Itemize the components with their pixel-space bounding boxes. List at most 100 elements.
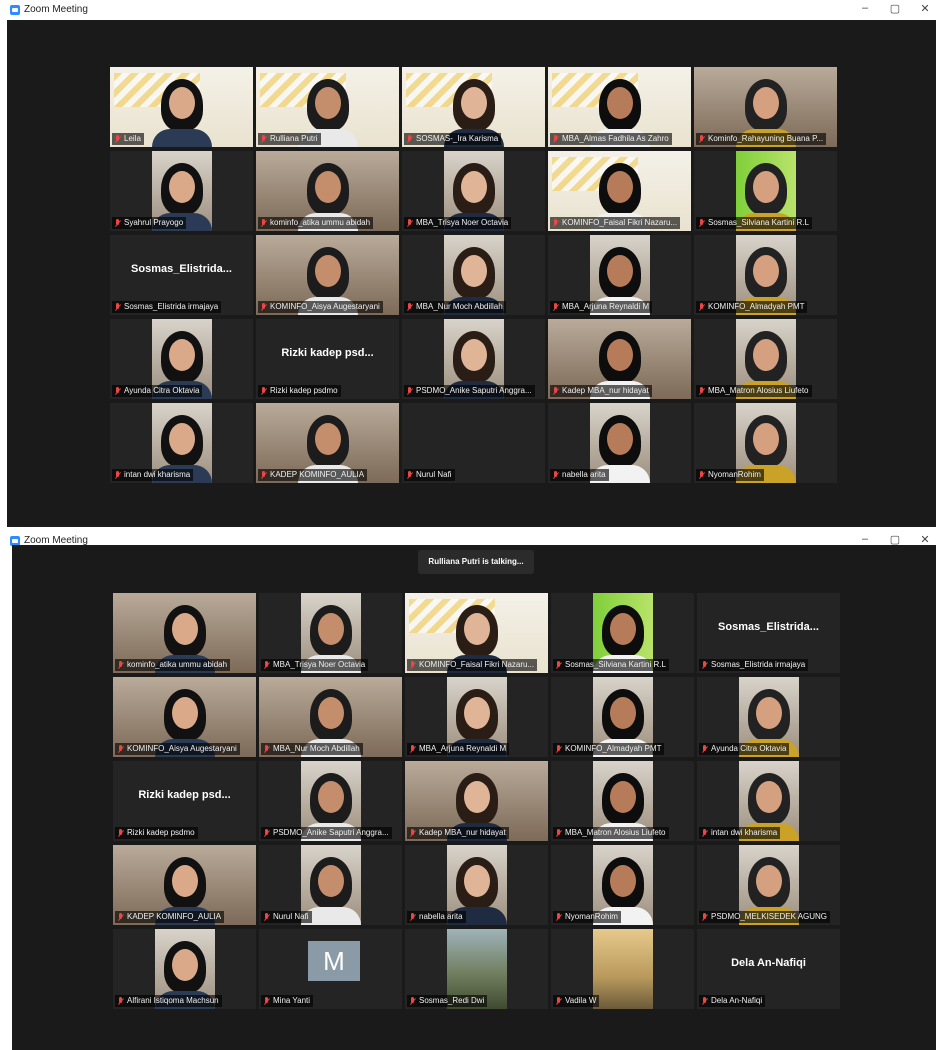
participant-tile[interactable]: SOSMAS-_Ira Karisma <box>402 67 545 147</box>
participant-tile[interactable]: nabella arita <box>548 403 691 483</box>
participant-tile[interactable]: M Mina Yanti <box>259 929 402 1009</box>
person-face <box>318 613 344 645</box>
muted-mic-icon <box>261 387 266 395</box>
participant-name: NyomanRohim <box>565 912 618 921</box>
participant-name: Leila <box>124 134 141 143</box>
participant-tile[interactable]: KOMINFO_Almadyah PMT <box>551 677 694 757</box>
restore-button[interactable]: ▢ <box>888 2 902 15</box>
participant-tile[interactable]: Kominfo_Rahayuning Buana P... <box>694 67 837 147</box>
muted-mic-icon <box>553 387 558 395</box>
participant-tile[interactable]: Rizki kadep psd... Rizki kadep psdmo <box>256 319 399 399</box>
participant-name: KADEP KOMINFO_AULIA <box>127 912 222 921</box>
participant-tile[interactable]: Kadep MBA_nur hidayat <box>548 319 691 399</box>
participant-tile[interactable]: NyomanRohim <box>551 845 694 925</box>
participant-tile[interactable]: MBA_Trisya Noer Octavia <box>402 151 545 231</box>
participant-name-label: Mina Yanti <box>261 995 314 1007</box>
participant-tile[interactable]: Sosmas_Elistrida... Sosmas_Elistrida irma… <box>697 593 840 673</box>
participant-tile[interactable]: Rizki kadep psd... Rizki kadep psdmo <box>113 761 256 841</box>
person-face <box>756 781 782 813</box>
person-face <box>171 697 198 729</box>
participant-name-label: MBA_Almas Fadhila As Zahro <box>550 133 672 145</box>
muted-mic-icon <box>699 471 704 479</box>
person-face <box>314 255 341 287</box>
participant-tile[interactable]: Sosmas_Elistrida... Sosmas_Elistrida irma… <box>110 235 253 315</box>
person-face <box>607 255 633 287</box>
muted-mic-icon <box>261 135 266 143</box>
muted-mic-icon <box>115 219 120 227</box>
participant-name: intan dwi kharisma <box>711 828 778 837</box>
muted-mic-icon <box>699 387 704 395</box>
participant-tile[interactable]: MBA_Almas Fadhila As Zahro <box>548 67 691 147</box>
participant-tile[interactable]: Kadep MBA_nur hidayat <box>405 761 548 841</box>
participant-tile[interactable]: KOMINFO_Almadyah PMT <box>694 235 837 315</box>
participant-tile[interactable]: KOMINFO_Faisal Fikri Nazaru... <box>405 593 548 673</box>
participant-name-label: MBA_Matron Alosius Liufeto <box>696 385 812 397</box>
participant-tile[interactable]: PSDMO_Anike Saputri Anggra... <box>402 319 545 399</box>
participant-tile[interactable]: Ayunda Citra Oktavia <box>697 677 840 757</box>
participant-tile[interactable]: Nurul Nafi <box>259 845 402 925</box>
participant-tile[interactable]: MBA_Matron Alosius Liufeto <box>551 761 694 841</box>
person-face <box>314 171 341 203</box>
participant-tile[interactable]: Rulliana Putri <box>256 67 399 147</box>
participant-tile[interactable]: Sosmas_Redi Dwi <box>405 929 548 1009</box>
participant-tile[interactable]: NyomanRohim <box>694 403 837 483</box>
participant-tile[interactable]: MBA_Arjuna Reynaldi M <box>548 235 691 315</box>
muted-mic-icon <box>115 303 120 311</box>
muted-mic-icon <box>556 997 561 1005</box>
muted-mic-icon <box>264 997 269 1005</box>
participant-tile[interactable]: MBA_Nur Moch Abdillah <box>402 235 545 315</box>
participant-tile[interactable]: KOMINFO_Faisal Fikri Nazaru... <box>548 151 691 231</box>
participant-tile[interactable]: nabella arita <box>405 845 548 925</box>
participant-tile[interactable]: KADEP KOMINFO_AULIA <box>113 845 256 925</box>
person-face <box>610 865 636 897</box>
participant-name-label: Sosmas_Silviana Kartini R.L <box>553 659 669 671</box>
person-face <box>318 781 344 813</box>
minimize-button[interactable]: – <box>858 533 872 545</box>
participant-tile[interactable]: MBA_Arjuna Reynaldi M <box>405 677 548 757</box>
participant-tile[interactable]: Nurul Nafi <box>402 403 545 483</box>
person-face <box>169 171 195 203</box>
participant-name-label: MBA_Trisya Noer Octavia <box>404 217 512 229</box>
participant-tile[interactable]: kominfo_atika ummu abidah <box>256 151 399 231</box>
participant-tile[interactable]: Leila <box>110 67 253 147</box>
participant-tile[interactable]: Alfirani Istiqoma Machsun <box>113 929 256 1009</box>
person-face <box>172 949 198 981</box>
participant-name: Ayunda Citra Oktavia <box>124 386 200 395</box>
muted-mic-icon <box>702 997 707 1005</box>
participant-name-label: KOMINFO_Almadyah PMT <box>553 743 665 755</box>
participant-tile[interactable]: KADEP KOMINFO_AULIA <box>256 403 399 483</box>
muted-mic-icon <box>261 471 266 479</box>
participant-tile[interactable]: MBA_Nur Moch Abdillah <box>259 677 402 757</box>
participant-tile[interactable]: MBA_Matron Alosius Liufeto <box>694 319 837 399</box>
person-face <box>606 87 633 119</box>
participant-tile[interactable]: kominfo_atika ummu abidah <box>113 593 256 673</box>
muted-mic-icon <box>115 471 120 479</box>
participant-name: Mina Yanti <box>273 996 311 1005</box>
participant-name-label: Kadep MBA_nur hidayat <box>550 385 652 397</box>
participant-tile[interactable]: Dela An-Nafiqi Dela An-Nafiqi <box>697 929 840 1009</box>
participant-tile[interactable]: KOMINFO_Aisya Augestaryani <box>113 677 256 757</box>
participant-name: Kominfo_Rahayuning Buana P... <box>708 134 824 143</box>
participant-tile[interactable]: Syahrul Prayogo <box>110 151 253 231</box>
participant-tile[interactable]: Vadila W <box>551 929 694 1009</box>
participant-tile[interactable]: Ayunda Citra Oktavia <box>110 319 253 399</box>
participant-name-label: MBA_Nur Moch Abdillah <box>261 743 363 755</box>
participant-name: MBA_Trisya Noer Octavia <box>273 660 366 669</box>
minimize-button[interactable]: – <box>858 2 872 14</box>
participant-name: KOMINFO_Almadyah PMT <box>565 744 662 753</box>
person-face <box>314 87 341 119</box>
participant-tile[interactable]: KOMINFO_Aisya Augestaryani <box>256 235 399 315</box>
participant-name: SOSMAS-_Ira Karisma <box>416 134 499 143</box>
muted-mic-icon <box>553 303 558 311</box>
participant-tile[interactable]: MBA_Trisya Noer Octavia <box>259 593 402 673</box>
participant-display-name: Dela An-Nafiqi <box>731 957 806 969</box>
person-face <box>463 613 490 645</box>
participant-tile[interactable]: Sosmas_Silviana Kartini R.L <box>694 151 837 231</box>
participant-name-label: Syahrul Prayogo <box>112 217 187 229</box>
participant-tile[interactable]: intan dwi kharisma <box>697 761 840 841</box>
participant-tile[interactable]: intan dwi kharisma <box>110 403 253 483</box>
participant-tile[interactable]: PSDMO_Anike Saputri Anggra... <box>259 761 402 841</box>
participant-tile[interactable]: Sosmas_Silviana Kartini R.L <box>551 593 694 673</box>
participant-tile[interactable]: PSDMO_MELKISEDEK AGUNG <box>697 845 840 925</box>
close-button[interactable]: ✕ <box>918 2 932 15</box>
